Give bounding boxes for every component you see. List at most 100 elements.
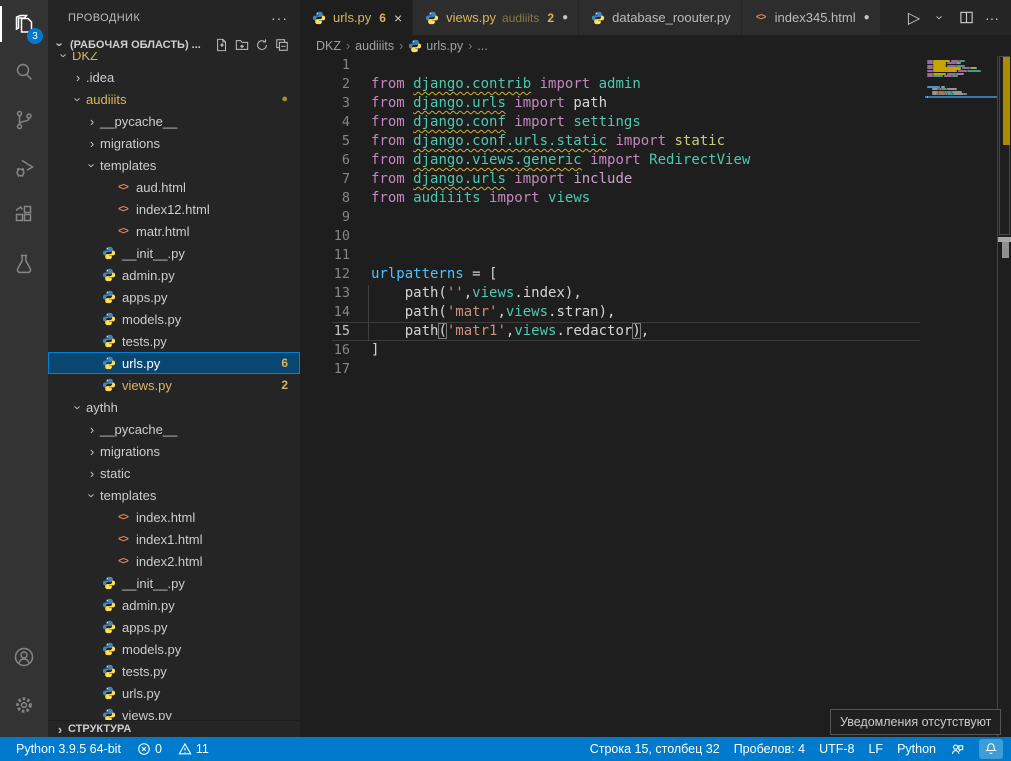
explorer-sidebar: ПРОВОДНИК ··· › (РАБОЧАЯ ОБЛАСТЬ) ... ›D… (48, 0, 300, 737)
code-line-11[interactable]: 11 (300, 246, 1011, 265)
tree-item-label: migrations (100, 136, 160, 151)
testing-icon[interactable] (0, 240, 48, 288)
breadcrumb-item-...[interactable]: ... (477, 39, 487, 53)
status-пробелов-4[interactable]: Пробелов: 4 (734, 742, 805, 756)
tree-item-__init__.py[interactable]: __init__.py (48, 572, 300, 594)
tree-item-views.py[interactable]: views.py (48, 704, 300, 720)
tree-item-migrations[interactable]: ›migrations (48, 440, 300, 462)
tree-item-.idea[interactable]: ›.idea (48, 66, 300, 88)
code-line-10[interactable]: 10 (300, 227, 1011, 246)
new-folder-icon[interactable] (232, 36, 252, 54)
tab-urls.py[interactable]: urls.py6× (300, 0, 413, 35)
code-line-15[interactable]: 15 path('matr1',views.redactor), (300, 322, 1011, 341)
code-line-1[interactable]: 1 (300, 56, 1011, 75)
run-button[interactable]: ▷ (903, 6, 925, 30)
line-number: 14 (300, 303, 350, 322)
code-line-9[interactable]: 9 (300, 208, 1011, 227)
tree-item-views.py[interactable]: views.py2 (48, 374, 300, 396)
code-line-8[interactable]: 8from audiiits import views (300, 189, 1011, 208)
status-error-item[interactable]: 0 (137, 742, 162, 756)
status-warning-item[interactable]: 11 (178, 742, 209, 756)
tree-item-urls.py[interactable]: urls.py6 (48, 352, 300, 374)
breadcrumb-item-DKZ[interactable]: DKZ (316, 39, 341, 53)
code-line-17[interactable]: 17 (300, 360, 1011, 379)
code-line-4[interactable]: 4from django.conf import settings (300, 113, 1011, 132)
code-line-3[interactable]: 3from django.urls import path (300, 94, 1011, 113)
tree-item-aythh[interactable]: ›aythh (48, 396, 300, 418)
code-line-6[interactable]: 6from django.views.generic import Redire… (300, 151, 1011, 170)
explorer-icon[interactable]: 3 (0, 0, 48, 48)
settings-gear-icon[interactable] (0, 681, 48, 729)
code-line-14[interactable]: 14 path('matr',views.stran), (300, 303, 1011, 322)
status-python[interactable]: Python (897, 742, 936, 756)
tree-item-audiiits[interactable]: ›audiiits● (48, 88, 300, 110)
tree-item-apps.py[interactable]: apps.py (48, 286, 300, 308)
extensions-icon[interactable] (0, 192, 48, 240)
tree-item-migrations[interactable]: ›migrations (48, 132, 300, 154)
tree-item-__pycache__[interactable]: ›__pycache__ (48, 110, 300, 132)
dirty-dot-icon: ● (864, 12, 870, 23)
tree-item-__pycache__[interactable]: ›__pycache__ (48, 418, 300, 440)
tab-database_roouter.py[interactable]: database_roouter.py (579, 0, 742, 35)
source-control-icon[interactable] (0, 96, 48, 144)
minimap[interactable] (925, 56, 997, 737)
tree-item-index12.html[interactable]: <>index12.html (48, 198, 300, 220)
tab-index345.html[interactable]: <>index345.html● (742, 0, 881, 35)
tree-item-tests.py[interactable]: tests.py (48, 660, 300, 682)
code-line-2[interactable]: 2from django.contrib import admin (300, 75, 1011, 94)
tab-views.py[interactable]: views.pyaudiiits2● (413, 0, 579, 35)
tree-item-index.html[interactable]: <>index.html (48, 506, 300, 528)
split-editor-icon[interactable] (955, 6, 977, 30)
python-file-icon (425, 11, 439, 25)
tree-item-__init__.py[interactable]: __init__.py (48, 242, 300, 264)
code-line-13[interactable]: 13 path('',views.index), (300, 284, 1011, 303)
run-dropdown-icon[interactable]: › (929, 6, 951, 30)
tab-label: database_roouter.py (612, 10, 731, 25)
collapse-all-icon[interactable] (272, 36, 292, 54)
status-lf[interactable]: LF (868, 742, 883, 756)
tree-item-label: audiiits (86, 92, 126, 107)
status-python-3-9-5-64-bit[interactable]: Python 3.9.5 64-bit (16, 742, 121, 756)
breadcrumb-item-audiiits[interactable]: audiiits (355, 39, 394, 53)
tree-item-models.py[interactable]: models.py (48, 638, 300, 660)
tree-item-index1.html[interactable]: <>index1.html (48, 528, 300, 550)
tree-item-aud.html[interactable]: <>aud.html (48, 176, 300, 198)
code-editor[interactable]: 12from django.contrib import admin3from … (300, 56, 1011, 737)
tree-item-admin.py[interactable]: admin.py (48, 264, 300, 286)
run-debug-icon[interactable] (0, 144, 48, 192)
scrollbar[interactable] (997, 56, 1011, 737)
new-file-icon[interactable] (212, 36, 232, 54)
code-line-7[interactable]: 7from django.urls import include (300, 170, 1011, 189)
close-icon[interactable]: × (394, 10, 402, 26)
line-number: 15 (300, 322, 350, 341)
tree-item-label: DKZ (72, 52, 98, 63)
tree-item-matr.html[interactable]: <>matr.html (48, 220, 300, 242)
tree-item-label: apps.py (122, 290, 168, 305)
outline-section-header[interactable]: › СТРУКТУРА (48, 720, 300, 737)
status-utf-8[interactable]: UTF-8 (819, 742, 854, 756)
tree-item-templates[interactable]: ›templates (48, 154, 300, 176)
refresh-icon[interactable] (252, 36, 272, 54)
editor-more-icon[interactable]: ··· (981, 6, 1003, 30)
search-icon[interactable] (0, 48, 48, 96)
tree-item-DKZ[interactable]: ›DKZ (48, 52, 300, 66)
tree-item-index2.html[interactable]: <>index2.html (48, 550, 300, 572)
tree-item-admin.py[interactable]: admin.py (48, 594, 300, 616)
code-line-16[interactable]: 16] (300, 341, 1011, 360)
tree-item-templates[interactable]: ›templates (48, 484, 300, 506)
status-feedback-item[interactable] (950, 742, 965, 757)
tree-item-tests.py[interactable]: tests.py (48, 330, 300, 352)
breadcrumb-item-urls.py[interactable]: urls.py (408, 39, 463, 53)
tree-item-models.py[interactable]: models.py (48, 308, 300, 330)
chevron-right-icon: › (84, 422, 100, 437)
sidebar-more-icon[interactable]: ··· (271, 10, 288, 26)
code-line-5[interactable]: 5from django.conf.urls.static import sta… (300, 132, 1011, 151)
status-строка-15-столбец-32[interactable]: Строка 15, столбец 32 (590, 742, 720, 756)
breadcrumb-separator: › (346, 39, 350, 53)
tree-item-apps.py[interactable]: apps.py (48, 616, 300, 638)
tree-item-urls.py[interactable]: urls.py (48, 682, 300, 704)
tree-item-static[interactable]: ›static (48, 462, 300, 484)
code-line-12[interactable]: 12urlpatterns = [ (300, 265, 1011, 284)
status-bell-item[interactable] (979, 739, 1003, 759)
account-icon[interactable] (0, 633, 48, 681)
